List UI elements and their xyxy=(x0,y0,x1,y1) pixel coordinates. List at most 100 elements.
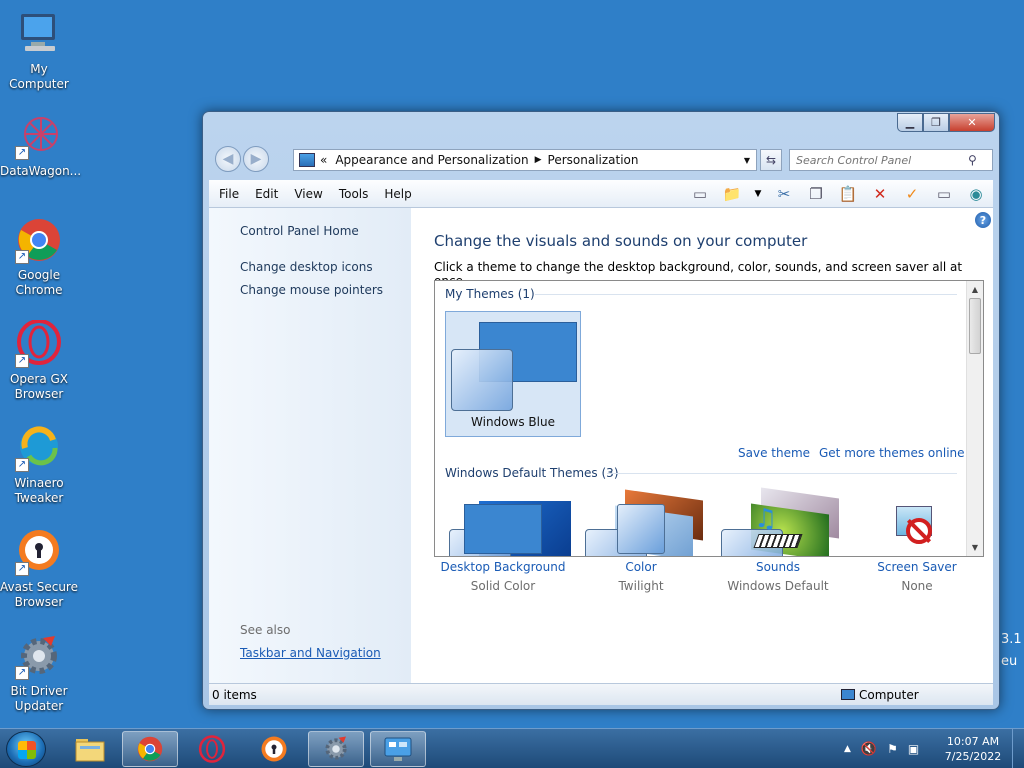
taskbar-explorer[interactable] xyxy=(62,731,118,767)
maximize-button[interactable]: ❐ xyxy=(923,113,949,132)
taskbar-navigation-link[interactable]: Taskbar and Navigation xyxy=(240,646,381,660)
action-center-icon[interactable]: ⚑ xyxy=(887,742,898,756)
properties-icon[interactable]: 📁 xyxy=(721,183,743,205)
forward-button[interactable]: ▶ xyxy=(243,146,269,172)
breadcrumb-appearance[interactable]: Appearance and Personalization xyxy=(335,153,528,167)
avast-browser-icon: ↗ xyxy=(15,528,63,576)
menu-file[interactable]: File xyxy=(211,187,247,201)
network-icon[interactable]: ▣ xyxy=(908,742,919,756)
search-input[interactable] xyxy=(790,153,968,167)
system-tray: ▲ 🔇 ⚑ ▣ xyxy=(844,729,919,768)
group-divider xyxy=(607,473,957,474)
setting-name: Desktop Background xyxy=(440,560,566,574)
search-box[interactable]: ⚲ xyxy=(789,149,993,171)
desktop-background-setting[interactable]: Desktop Background Solid Color xyxy=(433,504,573,593)
menu-help[interactable]: Help xyxy=(376,187,419,201)
sounds-icon: ♫ xyxy=(750,504,806,554)
desktop-icon-label: My Computer xyxy=(9,62,69,91)
desktop-icon-datawagon[interactable]: ↗ DataWagon... xyxy=(0,112,82,179)
gear-icon: ↗ xyxy=(15,632,63,680)
desktop-icon-label: Avast Secure Browser xyxy=(0,580,78,609)
rename-icon[interactable]: ▭ xyxy=(933,183,955,205)
desktop-icon-opera-gx[interactable]: ↗ Opera GX Browser xyxy=(0,319,78,402)
arrow-left-icon: ◀ xyxy=(222,151,234,167)
desktop-icon-label: Bit Driver Updater xyxy=(10,684,68,713)
scroll-thumb[interactable] xyxy=(969,298,981,354)
taskbar-avast-browser[interactable] xyxy=(246,731,302,767)
desktop-icon-label: Opera GX Browser xyxy=(9,372,69,401)
control-panel-icon xyxy=(299,153,315,167)
opera-gx-icon: ↗ xyxy=(15,319,63,368)
color-setting[interactable]: Color Twilight xyxy=(571,504,711,593)
control-panel-home-link[interactable]: Control Panel Home xyxy=(240,224,359,238)
desktop-icon-my-computer[interactable]: My Computer xyxy=(0,10,78,92)
address-bar[interactable]: « Appearance and Personalization ▶ Perso… xyxy=(293,149,757,171)
datawagon-icon: ↗ xyxy=(15,112,63,160)
search-icon[interactable]: ⚲ xyxy=(968,153,977,167)
screen-saver-setting[interactable]: Screen Saver None xyxy=(847,504,987,593)
back-button[interactable]: ◀ xyxy=(215,146,241,172)
save-theme-link[interactable]: Save theme xyxy=(738,446,810,460)
address-overflow-chevron[interactable]: « xyxy=(320,153,327,167)
delete-icon[interactable]: ✕ xyxy=(869,183,891,205)
desktop-icon-label: DataWagon... xyxy=(0,164,82,178)
chrome-icon: ↗ xyxy=(15,216,63,264)
help-icon[interactable]: ? xyxy=(975,212,991,228)
start-button[interactable] xyxy=(6,731,46,767)
setting-value: Twilight xyxy=(618,579,664,593)
taskbar-control-panel[interactable] xyxy=(370,731,426,767)
taskbar-bit-driver-updater[interactable] xyxy=(308,731,364,767)
breadcrumb-separator-icon[interactable]: ▶ xyxy=(535,155,542,165)
main-pane: ? Change the visuals and sounds on your … xyxy=(411,208,993,683)
paste-icon[interactable]: 📋 xyxy=(837,183,859,205)
shortcut-arrow-icon: ↗ xyxy=(15,562,29,576)
dropdown-arrow-icon[interactable]: ▼ xyxy=(753,183,763,205)
arrow-right-icon: ▶ xyxy=(250,151,262,167)
menu-view[interactable]: View xyxy=(286,187,330,201)
checkmark-icon[interactable]: ✓ xyxy=(901,183,923,205)
navigation-bar: ◀ ▶ « Appearance and Personalization ▶ P… xyxy=(211,146,993,174)
show-desktop-button[interactable] xyxy=(1012,729,1024,768)
desktop-icon-bit-driver-updater[interactable]: ↗ Bit Driver Updater xyxy=(0,632,78,714)
minimize-button[interactable]: ▁ xyxy=(897,113,923,132)
refresh-icon: ⇆ xyxy=(765,153,777,167)
sounds-setting[interactable]: ♫ Sounds Windows Default xyxy=(708,504,848,593)
background-window-text: 3.1 xyxy=(1001,632,1022,647)
globe-icon[interactable]: ◉ xyxy=(965,183,987,205)
windows-logo-icon xyxy=(18,741,36,759)
group-divider xyxy=(535,294,957,295)
desktop-icon-avast-secure-browser[interactable]: ↗ Avast Secure Browser xyxy=(0,528,78,610)
copy-icon[interactable]: ❐ xyxy=(805,183,827,205)
volume-muted-icon[interactable]: 🔇 xyxy=(861,742,877,757)
desktop-background-icon xyxy=(464,504,542,554)
address-dropdown-icon[interactable]: ▼ xyxy=(738,156,756,165)
show-hidden-icons-icon[interactable]: ▲ xyxy=(844,744,851,754)
desktop-icon-google-chrome[interactable]: ↗ Google Chrome xyxy=(0,216,78,298)
status-location: Computer xyxy=(841,688,919,702)
scroll-up-icon[interactable]: ▲ xyxy=(967,281,983,298)
taskbar-chrome[interactable] xyxy=(122,731,178,767)
change-mouse-pointers-link[interactable]: Change mouse pointers xyxy=(240,283,383,297)
shortcut-arrow-icon: ↗ xyxy=(15,146,29,160)
setting-name: Color xyxy=(625,560,657,574)
menu-tools[interactable]: Tools xyxy=(331,187,377,201)
cut-icon[interactable]: ✂ xyxy=(773,183,795,205)
menu-edit[interactable]: Edit xyxy=(247,187,286,201)
setting-name: Screen Saver xyxy=(877,560,957,574)
theme-windows-blue[interactable]: Windows Blue xyxy=(445,311,581,437)
clock-date: 7/25/2022 xyxy=(944,750,1002,763)
refresh-button[interactable]: ⇆ xyxy=(760,149,782,171)
system-clock[interactable]: 10:07 AM 7/25/2022 xyxy=(940,734,1006,764)
gear-icon xyxy=(325,736,347,760)
close-button[interactable]: ✕ xyxy=(949,113,995,132)
preview-pane-icon[interactable]: ▭ xyxy=(689,183,711,205)
left-task-pane: Control Panel Home Change desktop icons … xyxy=(209,208,411,683)
get-more-themes-link[interactable]: Get more themes online xyxy=(819,446,965,460)
breadcrumb-personalization[interactable]: Personalization xyxy=(548,153,639,167)
taskbar-opera-gx[interactable] xyxy=(184,731,240,767)
theme-thumbnail-window xyxy=(451,349,513,411)
setting-name: Sounds xyxy=(755,560,801,574)
personalization-window: ▁ ❐ ✕ ◀ ▶ « Appearance and Personalizati… xyxy=(202,111,1000,710)
change-desktop-icons-link[interactable]: Change desktop icons xyxy=(240,260,373,274)
desktop-icon-winaero-tweaker[interactable]: ↗ Winaero Tweaker xyxy=(0,424,78,506)
